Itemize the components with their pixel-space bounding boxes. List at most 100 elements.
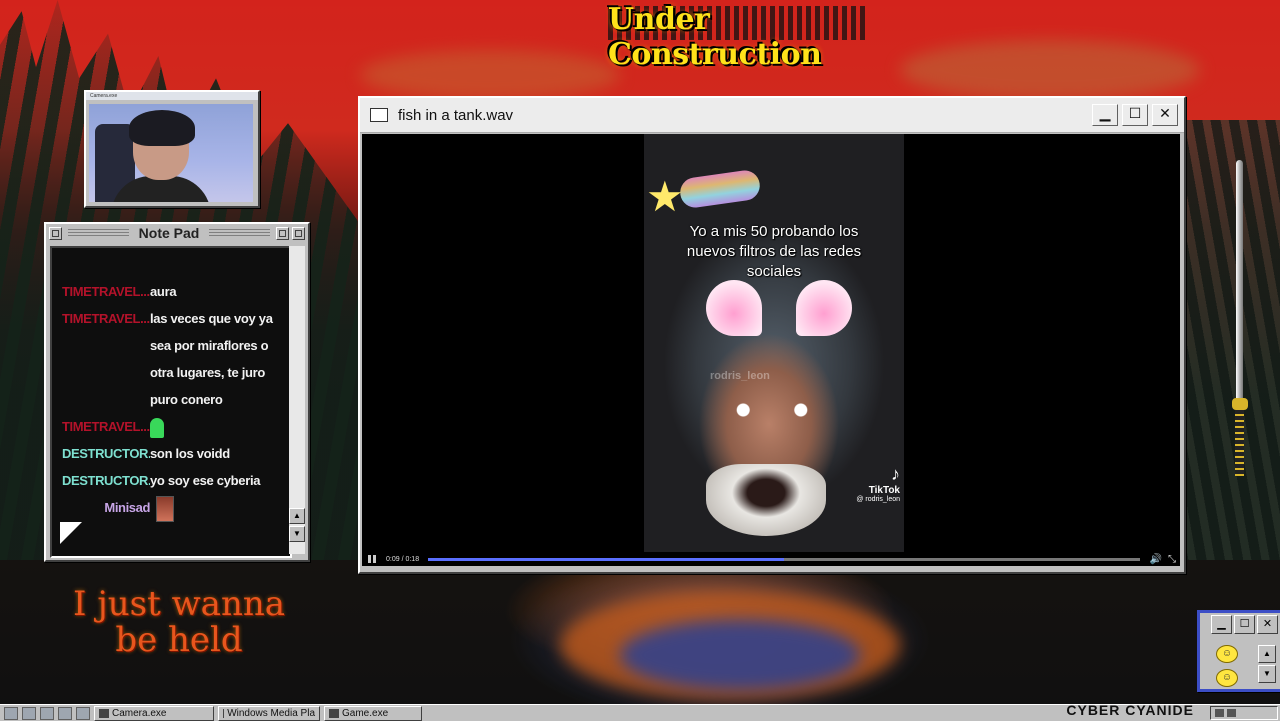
scroll-up-icon[interactable]: ▲ [1258,645,1276,663]
media-player-window[interactable]: fish in a tank.wav ▁ ☐ ✕ ★ Yo a mis 50 p… [358,96,1186,574]
notepad-title-bar[interactable]: Note Pad [46,224,308,242]
overlay-line: be held [115,620,243,660]
background-glow [620,620,860,690]
brand-logo: CYBER CYANIDE [1066,702,1194,718]
chat-message: DESTRUCTOR... son los voidd [62,440,287,467]
quick-launch-icon[interactable] [40,706,54,720]
scroll-down-icon[interactable]: ▼ [289,526,305,542]
playback-time: 0:09 / 0:18 [386,555,420,563]
rainbow-sticker [678,168,762,210]
volume-icon[interactable]: 🔊 [1148,554,1164,565]
chat-username[interactable]: TIMETRAVEL... [62,278,150,305]
chat-message: TIMETRAVEL... [62,413,287,440]
webcam-feed [89,104,253,202]
quick-launch-icon[interactable] [22,706,36,720]
chat-username[interactable]: Minisad [62,494,156,522]
scroll-up-icon[interactable]: ▲ [289,508,305,524]
window-menu-icon[interactable] [49,226,62,240]
background-glow [900,40,1200,100]
under-construction-banner: Under Construction [608,2,866,76]
chat-username[interactable]: TIMETRAVEL... [62,413,150,440]
pause-icon[interactable] [368,555,376,563]
smiley-icon: ☺ [1216,645,1238,663]
scroll-down-icon[interactable]: ▼ [1258,665,1276,683]
mini-window[interactable]: ▁ ☐ ✕ ☺ ☺ ▲ ▼ [1197,610,1280,692]
taskbar-task-media-player[interactable]: Windows Media Pla [218,705,320,721]
tiktok-video[interactable]: ★ Yo a mis 50 probando los nuevos filtro… [644,134,904,558]
chat-panel: TIMETRAVEL... aura TIMETRAVEL... las vec… [50,246,292,558]
quick-launch-icon[interactable] [58,706,72,720]
maximize-icon[interactable] [292,226,305,240]
seek-bar[interactable] [428,557,1140,561]
tray-icon[interactable] [1215,709,1224,717]
camera-title-bar[interactable]: Camera.exe [86,92,258,100]
maximize-button[interactable]: ☐ [1122,104,1148,126]
quick-launch-icon[interactable] [76,706,90,720]
notepad-title: Note Pad [138,225,200,241]
video-area[interactable]: ★ Yo a mis 50 probando los nuevos filtro… [362,134,1180,566]
task-label: Windows Media Pla [227,707,315,719]
video-caption: Yo a mis 50 probando los nuevos filtros … [686,223,862,280]
notepad-window[interactable]: Note Pad TIMETRAVEL... aura TIMETRAVEL..… [44,222,310,562]
chat-text [156,494,287,522]
banner-title: Under Construction [608,2,822,72]
restore-icon[interactable] [276,226,289,240]
mini-window-buttons: ▁ ☐ ✕ [1200,613,1280,636]
platform-name: TikTok [868,485,900,496]
video-watermark: rodris_leon [710,370,770,382]
fullscreen-icon[interactable]: ⤡ [1164,554,1180,565]
chat-username[interactable]: TIMETRAVEL... [62,305,150,413]
player-title-bar[interactable]: fish in a tank.wav ▁ ☐ ✕ [360,98,1184,133]
seek-progress [428,557,784,561]
camera-window[interactable]: Camera.exe [84,90,260,208]
minimize-button[interactable]: ▁ [1211,615,1232,634]
tiktok-logo: ♪ TikTok @ rodris_leon [856,464,900,503]
overlay-line: I just wanna [72,584,286,624]
katana-hilt [1235,410,1244,476]
background-glow [360,50,620,100]
quick-launch-icon[interactable] [4,706,18,720]
close-button[interactable]: ✕ [1257,615,1278,634]
system-tray [1210,706,1278,720]
katana-decoration [1232,160,1248,480]
camera-icon [99,708,109,718]
window-icon [370,108,388,122]
taskbar-task-camera[interactable]: Camera.exe [94,705,214,721]
task-label: Game.exe [342,707,389,719]
chat-username[interactable]: DESTRUCTOR... [62,440,150,467]
tray-icon[interactable] [1227,709,1236,717]
face-eyes [724,402,820,418]
player-title: fish in a tank.wav [398,106,514,124]
tiktok-note-icon: ♪ [891,464,900,484]
game-icon [329,708,339,718]
cat-ear-right [796,280,852,336]
media-player-icon [223,708,225,718]
streamer-hair [129,110,195,146]
ghost-emote-icon [150,417,164,438]
chat-scrollbar[interactable]: ▲ ▼ [289,246,305,554]
cat-ear-left [706,280,762,336]
katana-blade [1236,160,1243,398]
star-sticker-icon: ★ [646,173,684,220]
picture-emote-icon [156,495,174,522]
chat-message: Minisad [62,494,287,522]
maximize-button[interactable]: ☐ [1234,615,1255,634]
taskbar-task-game[interactable]: Game.exe [324,705,422,721]
task-label: Camera.exe [112,707,167,719]
playback-controls: 0:09 / 0:18 🔊 ⤡ [362,552,1180,566]
chat-message: DESTRUCTOR... yo soy ese cyberia [62,467,287,494]
overlay-caption: I just wanna be held [64,586,294,658]
chat-username[interactable]: DESTRUCTOR... [62,467,150,494]
beard [706,464,826,536]
chat-message: TIMETRAVEL... las veces que voy ya sea p… [62,305,287,413]
chat-text: son los voidd [150,446,230,461]
chat-text [150,413,287,440]
close-button[interactable]: ✕ [1152,104,1178,126]
chat-list: TIMETRAVEL... aura TIMETRAVEL... las vec… [62,278,287,522]
title-stripes [68,229,129,237]
creator-handle: @ rodris_leon [856,496,900,503]
resize-corner-icon[interactable] [60,522,82,544]
smiley-icon: ☺ [1216,669,1238,687]
chat-text: yo soy ese cyberia [150,473,261,488]
minimize-button[interactable]: ▁ [1092,104,1118,126]
